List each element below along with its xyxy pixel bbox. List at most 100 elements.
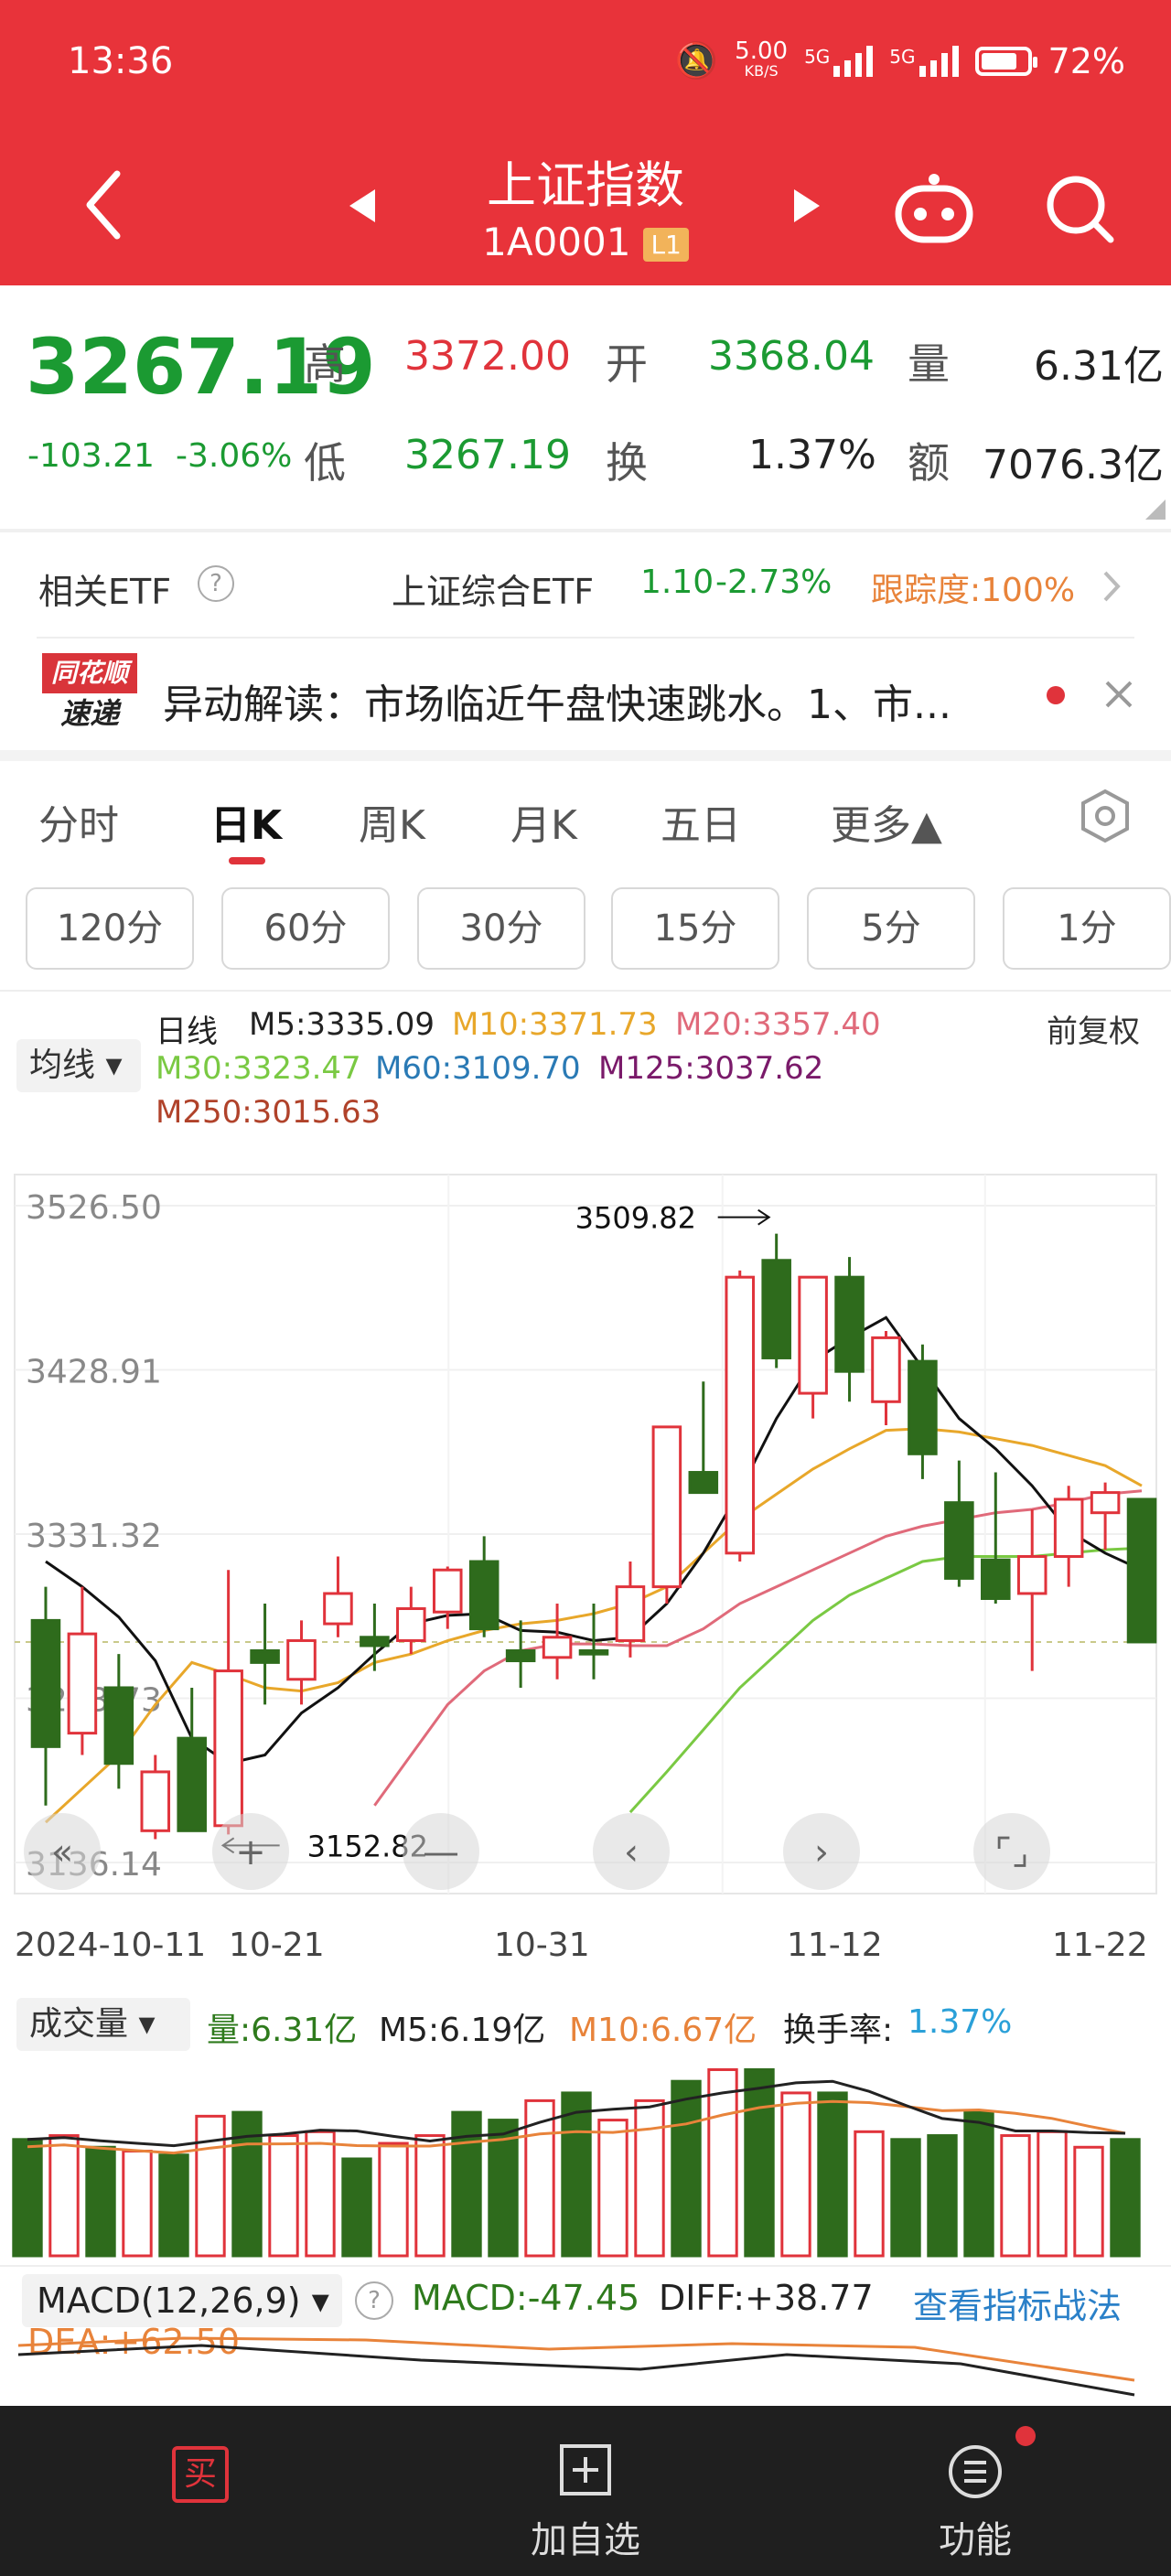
zoom-out-icon: — <box>423 1831 459 1873</box>
candle-body <box>468 1560 500 1631</box>
y-tick-label: 3331.32 <box>26 1518 162 1555</box>
volume-bar <box>817 2091 848 2258</box>
bottom-nav: 买 加自选 功能 <box>0 2406 1171 2576</box>
battery-icon <box>974 46 1037 76</box>
zoom-in-icon: + <box>235 1831 266 1873</box>
interval-15min[interactable]: 15分 <box>611 887 779 970</box>
x-tick-label: 10-31 <box>494 1927 590 1964</box>
etf-pct: -2.73% <box>715 564 833 601</box>
volume-bar <box>927 2134 958 2258</box>
candle-body <box>30 1618 61 1748</box>
candlestick-chart[interactable]: 3526.503428.913331.323233.733136.143509.… <box>0 1138 1171 2016</box>
volume-bar <box>451 2110 482 2258</box>
settings-hexagon-icon[interactable] <box>1078 789 1133 843</box>
turnover-label: 换 <box>606 438 648 488</box>
candle-body <box>286 1638 317 1681</box>
help-icon[interactable]: ? <box>198 565 234 602</box>
turnover-rate-label: 换手率: <box>783 2012 894 2049</box>
macd-help-icon[interactable]: ? <box>355 2281 393 2320</box>
volume-dropdown[interactable]: 成交量 ▾ <box>16 1998 190 2051</box>
interval-120min[interactable]: 120分 <box>26 887 194 970</box>
volume-bar <box>1073 2145 1104 2258</box>
expand-corner-icon[interactable] <box>1145 499 1166 520</box>
ma5-line <box>45 1315 1143 1766</box>
volume-bar <box>195 2114 226 2258</box>
tab-monthly-k[interactable]: 月K <box>510 792 577 851</box>
volume-chart <box>12 2067 1141 2258</box>
candle-body <box>651 1425 682 1589</box>
price-change-pct: -3.06% <box>176 437 293 475</box>
price-change: -103.21 <box>27 437 155 475</box>
mute-icon: 🔕 <box>674 40 719 80</box>
news-text: 异动解读：市场临近午盘快速跳水。1、市... <box>163 682 951 728</box>
volume-bar <box>268 2134 299 2258</box>
volume-m5: M5:6.19亿 <box>379 2012 546 2049</box>
close-icon[interactable] <box>1103 679 1134 710</box>
volume-bar <box>414 2134 446 2258</box>
search-icon[interactable] <box>1045 174 1114 243</box>
ma-period: 日线 <box>156 1014 218 1050</box>
volume-value: 6.31亿 <box>1034 343 1164 390</box>
candle-body <box>1016 1554 1047 1595</box>
net-speed: 5.00 KB/S <box>735 37 789 80</box>
candle-body <box>140 1770 171 1832</box>
candle-body <box>103 1686 134 1766</box>
ma-dropdown[interactable]: 均线 ▾ <box>16 1039 141 1092</box>
x-tick-label: 11-22 <box>1052 1927 1148 1964</box>
divider <box>37 637 1134 639</box>
nav-add-label: 加自选 <box>531 2519 640 2561</box>
volume-bar <box>1110 2138 1141 2258</box>
volume-bar <box>341 2157 372 2258</box>
volume-label: 量 <box>908 339 950 389</box>
volume-bar <box>231 2110 263 2258</box>
turnover-value: 1.37% <box>748 432 876 478</box>
nav-buy-button[interactable]: 买 <box>145 2406 382 2576</box>
interval-30min[interactable]: 30分 <box>417 887 586 970</box>
turnover-rate-value: 1.37% <box>908 2003 1013 2041</box>
macd-strategy-link[interactable]: 查看指标战法 <box>913 2278 1122 2328</box>
volume-bar <box>780 2091 811 2258</box>
news-logo-bottom: 速递 <box>59 696 119 731</box>
tab-weekly-k[interactable]: 周K <box>359 792 425 851</box>
news-ticker[interactable]: 同花顺 速递 异动解读：市场临近午盘快速跳水。1、市... <box>0 640 1171 750</box>
ma60-value: M60:3109.70 <box>375 1050 581 1087</box>
candle-body <box>1126 1497 1157 1644</box>
divider <box>0 2265 1171 2267</box>
tab-five-day[interactable]: 五日 <box>661 792 741 851</box>
etf-name: 上证综合ETF <box>392 572 595 612</box>
candle-body <box>908 1359 938 1455</box>
candle-body <box>213 1669 243 1828</box>
candle-body <box>615 1585 646 1642</box>
nav-function-button[interactable]: 功能 <box>856 2406 1094 2576</box>
news-logo-top: 同花顺 <box>42 653 137 693</box>
volume-m10: M10:6.67亿 <box>569 2012 757 2049</box>
ma5-value: M5:3335.09 <box>249 1006 435 1043</box>
candle-body <box>944 1501 974 1580</box>
candle-body <box>360 1636 390 1648</box>
robot-icon[interactable] <box>893 172 975 245</box>
candle-body <box>396 1607 426 1642</box>
tab-intraday[interactable]: 分时 <box>38 792 119 851</box>
open-value: 3368.04 <box>708 333 875 380</box>
interval-1min[interactable]: 1分 <box>1003 887 1171 970</box>
nav-add-watchlist-button[interactable]: 加自选 <box>467 2406 704 2576</box>
status-icons: 🔕 5.00 KB/S 5G 5G 72% <box>674 37 1125 81</box>
interval-5min[interactable]: 5分 <box>807 887 975 970</box>
interval-60min[interactable]: 60分 <box>221 887 390 970</box>
etf-row[interactable]: 相关ETF ? 上证综合ETF 1.10 -2.73% 跟踪度:100% <box>0 538 1171 639</box>
buy-icon: 买 <box>172 2446 229 2503</box>
candle-body <box>505 1649 536 1663</box>
max-price-label: 3509.82 <box>575 1201 696 1236</box>
next-stock-icon[interactable] <box>792 188 822 224</box>
volume-bar <box>305 2130 336 2258</box>
x-tick-label: 11-12 <box>787 1927 883 1964</box>
candle-body <box>834 1275 865 1373</box>
macd-dropdown[interactable]: MACD(12,26,9) ▾ <box>22 2274 342 2327</box>
adjust-mode[interactable]: 前复权 <box>1047 1006 1140 1051</box>
tab-daily-k[interactable]: 日K <box>210 792 282 851</box>
volume-bar <box>122 2150 153 2258</box>
volume-bar <box>963 2110 994 2258</box>
tab-more[interactable]: 更多▲ <box>831 792 942 851</box>
ma10-value: M10:3371.73 <box>452 1006 658 1043</box>
candle-body <box>67 1632 98 1735</box>
